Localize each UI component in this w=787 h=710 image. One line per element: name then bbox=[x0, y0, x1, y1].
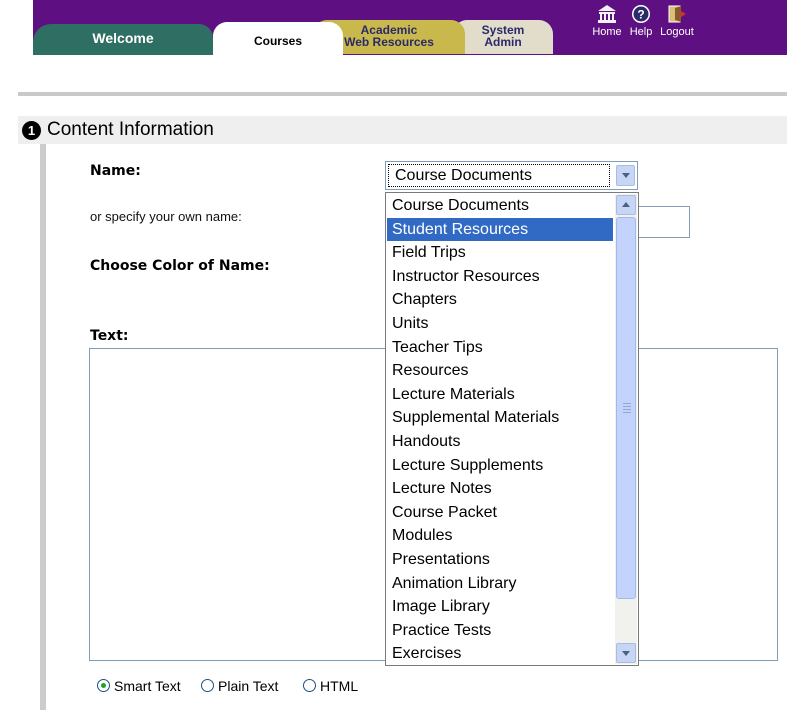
tab-system-admin[interactable]: System Admin bbox=[453, 20, 553, 54]
step-number-badge: 1 bbox=[22, 121, 41, 140]
scroll-up-button[interactable] bbox=[616, 195, 636, 215]
dropdown-scrollbar[interactable] bbox=[615, 194, 637, 664]
dropdown-option[interactable]: Course Documents bbox=[387, 194, 613, 218]
help-icon: ? bbox=[632, 5, 650, 23]
dropdown-option[interactable]: Units bbox=[387, 312, 613, 336]
tab-welcome[interactable]: Welcome bbox=[33, 24, 213, 55]
home-link[interactable]: Home bbox=[590, 4, 624, 38]
help-link[interactable]: ? Help bbox=[626, 4, 656, 38]
section-title: Content Information bbox=[47, 119, 214, 140]
name-color-label: Choose Color of Name: bbox=[90, 258, 270, 274]
tab-courses-label: Courses bbox=[253, 34, 303, 48]
dropdown-option[interactable]: Image Library bbox=[387, 595, 613, 619]
logout-icon bbox=[668, 5, 686, 23]
dropdown-option[interactable]: Supplemental Materials bbox=[387, 406, 613, 430]
dropdown-option[interactable]: Resources bbox=[387, 359, 613, 383]
dropdown-option[interactable]: Field Trips bbox=[387, 241, 613, 265]
top-nav-bar: Welcome Courses Academic Web Resources S… bbox=[33, 0, 787, 56]
dropdown-option[interactable]: Practice Tests bbox=[387, 619, 613, 643]
dropdown-option[interactable]: Presentations bbox=[387, 548, 613, 572]
name-select[interactable]: Course Documents bbox=[385, 161, 638, 190]
dropdown-option[interactable]: Exercises bbox=[387, 642, 613, 665]
section-header: 1 Content Information bbox=[18, 116, 787, 144]
scroll-grip-line bbox=[623, 412, 631, 413]
home-icon bbox=[598, 5, 616, 23]
text-label: Text: bbox=[90, 328, 129, 344]
own-name-label: or specify your own name: bbox=[90, 209, 242, 224]
dropdown-option[interactable]: Handouts bbox=[387, 430, 613, 454]
home-link-label: Home bbox=[592, 26, 622, 38]
dropdown-option[interactable]: Animation Library bbox=[387, 572, 613, 596]
dropdown-option[interactable]: Instructor Resources bbox=[387, 265, 613, 289]
logout-link[interactable]: Logout bbox=[654, 4, 700, 38]
tab-courses[interactable]: Courses bbox=[213, 22, 343, 56]
dropdown-option[interactable]: Lecture Supplements bbox=[387, 454, 613, 478]
scroll-up-icon bbox=[622, 202, 630, 207]
tab-sys-line2: Admin bbox=[484, 35, 522, 49]
tab-welcome-label: Welcome bbox=[92, 30, 154, 46]
dropdown-option[interactable]: Lecture Notes bbox=[387, 477, 613, 501]
help-link-label: Help bbox=[629, 26, 653, 38]
name-select-dropdown[interactable]: Course Documents Student Resources Field T… bbox=[385, 192, 639, 666]
dropdown-option[interactable]: Teacher Tips bbox=[387, 336, 613, 360]
dropdown-option[interactable]: Lecture Materials bbox=[387, 383, 613, 407]
scroll-thumb[interactable] bbox=[616, 217, 636, 599]
radio-label: Smart Text bbox=[114, 678, 181, 694]
scroll-grip-line bbox=[623, 406, 631, 407]
header-divider bbox=[18, 92, 787, 96]
radio-label: HTML bbox=[320, 678, 359, 694]
name-select-value: Course Documents bbox=[388, 164, 610, 187]
scroll-grip-icon bbox=[623, 403, 631, 404]
dropdown-option[interactable]: Chapters bbox=[387, 288, 613, 312]
svg-text:?: ? bbox=[637, 8, 644, 22]
section-side-bar bbox=[40, 144, 46, 710]
scroll-down-icon bbox=[622, 651, 630, 656]
radio-button[interactable] bbox=[201, 679, 214, 692]
name-select-arrow-button[interactable] bbox=[616, 165, 635, 186]
chevron-down-icon bbox=[622, 173, 630, 178]
radio-button[interactable] bbox=[97, 679, 110, 692]
radio-label: Plain Text bbox=[218, 678, 279, 694]
logout-link-label: Logout bbox=[660, 26, 694, 38]
dropdown-option[interactable]: Course Packet bbox=[387, 501, 613, 525]
dropdown-option[interactable]: Modules bbox=[387, 524, 613, 548]
dropdown-option[interactable]: Student Resources bbox=[387, 217, 613, 242]
name-label: Name: bbox=[90, 163, 141, 179]
scroll-grip-line bbox=[623, 409, 631, 410]
radio-button[interactable] bbox=[303, 679, 316, 692]
scroll-down-button[interactable] bbox=[616, 643, 636, 663]
